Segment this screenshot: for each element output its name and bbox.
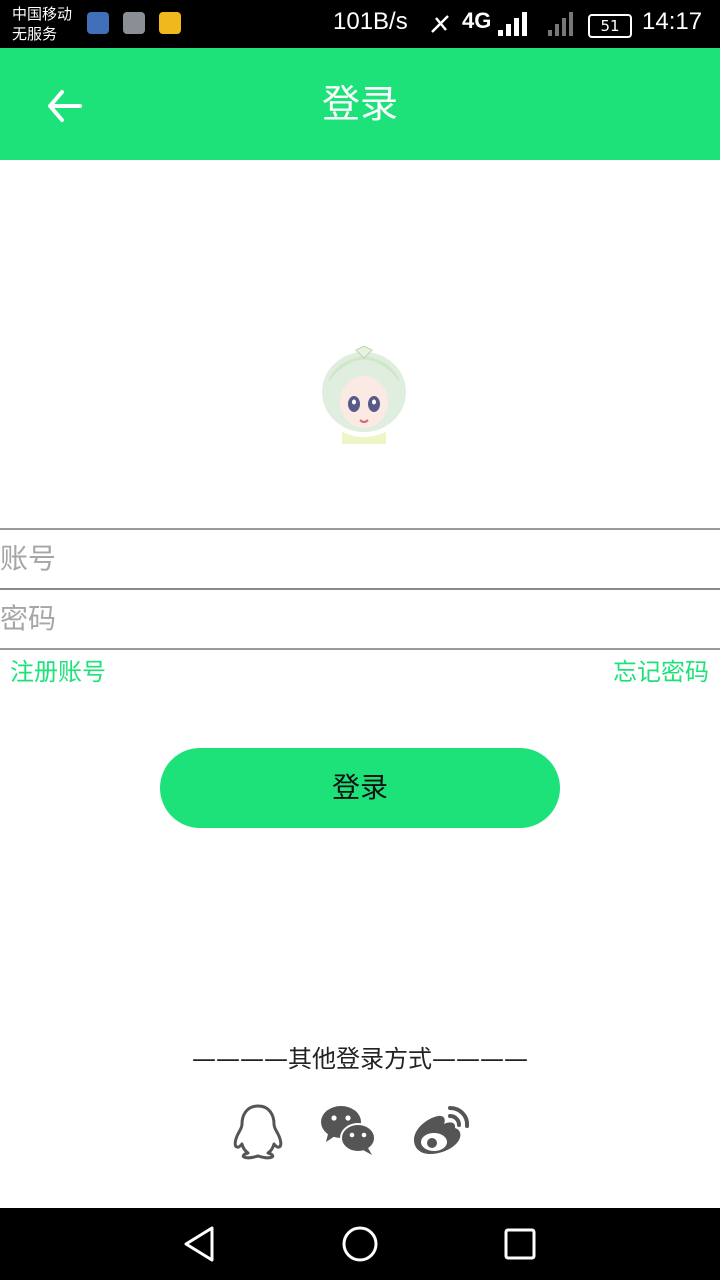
home-circle-icon[interactable]	[340, 1224, 380, 1264]
clock: 14:17	[642, 8, 703, 35]
password-input[interactable]	[0, 590, 700, 646]
mute-icon	[431, 15, 449, 33]
weibo-icon[interactable]	[406, 1100, 470, 1160]
notification-app-icon	[87, 12, 109, 34]
battery-level: 51	[600, 17, 620, 35]
qq-icon[interactable]	[226, 1100, 290, 1160]
network-speed: 101B/s	[333, 8, 408, 35]
signal-no-service-icon	[548, 12, 573, 36]
forgot-password-link[interactable]: 忘记密码	[613, 655, 709, 689]
status-bar: 中国移动 无服务 101B/s 4G 51 14:17	[0, 0, 720, 48]
recent-apps-icon[interactable]	[500, 1224, 540, 1264]
gallery-icon	[123, 12, 145, 34]
login-button[interactable]: 登录	[160, 748, 560, 828]
wechat-icon[interactable]	[316, 1100, 380, 1160]
carrier-info: 中国移动 无服务	[12, 4, 72, 44]
other-login-label: ————其他登录方式————	[192, 1045, 528, 1073]
password-field-container	[0, 588, 720, 650]
service-status: 无服务	[12, 25, 58, 43]
page-title: 登录	[321, 82, 398, 126]
app-bar: 登录	[0, 48, 720, 160]
carrier-name: 中国移动	[12, 5, 73, 23]
back-triangle-icon[interactable]	[180, 1224, 220, 1264]
weibo-notification-icon	[159, 12, 181, 34]
account-field-container	[0, 528, 720, 588]
network-type: 4G	[462, 8, 492, 33]
avatar	[322, 345, 406, 444]
navigation-bar	[0, 1208, 720, 1280]
signal-icon	[498, 12, 527, 36]
battery-icon: 51	[588, 14, 632, 38]
account-input[interactable]	[0, 530, 700, 586]
register-link[interactable]: 注册账号	[10, 655, 106, 689]
